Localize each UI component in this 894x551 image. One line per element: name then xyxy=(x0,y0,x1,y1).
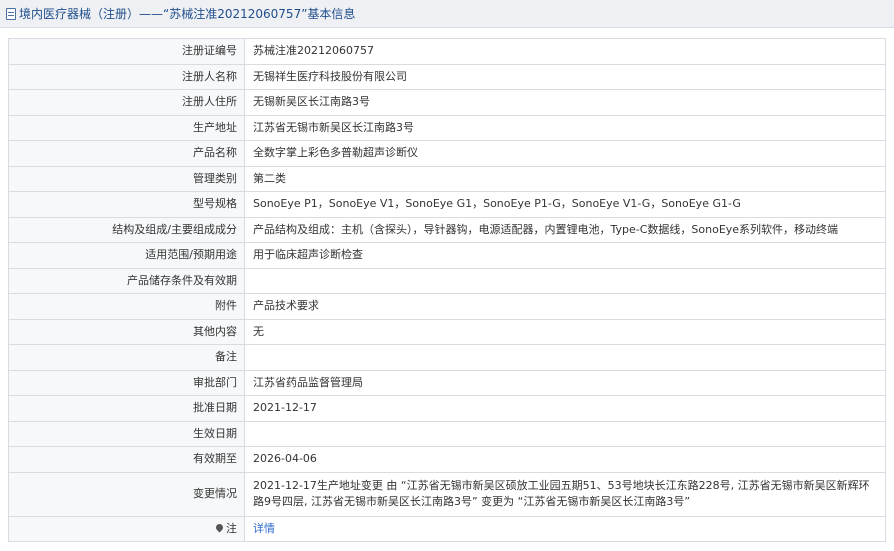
table-row: 批准日期 2021-12-17 xyxy=(8,395,886,422)
row-value-structure: 产品结构及组成：主机（含探头），导针器钩，电源适配器，内置锂电池，Type-C数… xyxy=(244,216,886,243)
row-value-other: 无 xyxy=(244,318,886,345)
row-value-attachment: 产品技术要求 xyxy=(244,293,886,320)
info-table: 注册证编号 苏械注准20212060757 注册人名称 无锡祥生医疗科技股份有限… xyxy=(8,38,886,542)
row-label-structure: 结构及组成/主要组成成分 xyxy=(8,216,245,243)
row-label-other: 其他内容 xyxy=(8,318,245,345)
row-label-model-spec: 型号规格 xyxy=(8,191,245,218)
row-value-product-name: 全数字掌上彩色多普勒超声诊断仪 xyxy=(244,140,886,167)
table-row: 审批部门 江苏省药品监督管理局 xyxy=(8,369,886,396)
table-row: 注 详情 xyxy=(8,515,886,542)
table-row: 附件 产品技术要求 xyxy=(8,293,886,320)
row-label-attachment: 附件 xyxy=(8,293,245,320)
row-label-product-name: 产品名称 xyxy=(8,140,245,167)
row-label-note: 注 xyxy=(8,515,245,542)
table-row: 注册人名称 无锡祥生医疗科技股份有限公司 xyxy=(8,63,886,90)
table-row: 其他内容 无 xyxy=(8,318,886,345)
table-row: 有效期至 2026-04-06 xyxy=(8,446,886,473)
row-label-approval-dept: 审批部门 xyxy=(8,369,245,396)
table-row: 产品名称 全数字掌上彩色多普勒超声诊断仪 xyxy=(8,140,886,167)
row-label-storage: 产品储存条件及有效期 xyxy=(8,267,245,294)
row-label-registration-number: 注册证编号 xyxy=(8,38,245,65)
row-value-approval-date: 2021-12-17 xyxy=(244,395,886,422)
row-value-valid-until: 2026-04-06 xyxy=(244,446,886,473)
row-label-management-class: 管理类别 xyxy=(8,165,245,192)
details-link[interactable]: 详情 xyxy=(253,522,275,535)
note-label: 注 xyxy=(226,521,237,535)
row-value-registrant-name: 无锡祥生医疗科技股份有限公司 xyxy=(244,63,886,90)
table-row: 结构及组成/主要组成成分 产品结构及组成：主机（含探头），导针器钩，电源适配器，… xyxy=(8,216,886,243)
row-value-management-class: 第二类 xyxy=(244,165,886,192)
row-label-production-address: 生产地址 xyxy=(8,114,245,141)
table-row: 注册证编号 苏械注准20212060757 xyxy=(8,38,886,65)
row-value-model-spec: SonoEye P1，SonoEye V1，SonoEye G1，SonoEye… xyxy=(244,191,886,218)
document-icon xyxy=(6,7,16,20)
row-label-remarks: 备注 xyxy=(8,344,245,371)
row-label-approval-date: 批准日期 xyxy=(8,395,245,422)
table-row: 管理类别 第二类 xyxy=(8,165,886,192)
row-value-note: 详情 xyxy=(244,515,886,542)
row-value-registration-number: 苏械注准20212060757 xyxy=(244,38,886,65)
row-value-storage xyxy=(244,267,886,294)
row-value-effective-date xyxy=(244,420,886,447)
table-row: 产品储存条件及有效期 xyxy=(8,267,886,294)
table-row: 适用范围/预期用途 用于临床超声诊断检查 xyxy=(8,242,886,269)
row-label-registrant-name: 注册人名称 xyxy=(8,63,245,90)
row-label-registrant-address: 注册人住所 xyxy=(8,89,245,116)
table-row: 备注 xyxy=(8,344,886,371)
row-value-approval-dept: 江苏省药品监督管理局 xyxy=(244,369,886,396)
table-row: 注册人住所 无锡新吴区长江南路3号 xyxy=(8,89,886,116)
row-value-production-address: 江苏省无锡市新吴区长江南路3号 xyxy=(244,114,886,141)
page-title: 境内医疗器械（注册）——“苏械注准20212060757”基本信息 xyxy=(19,7,356,21)
page-header: 境内医疗器械（注册）——“苏械注准20212060757”基本信息 xyxy=(0,0,894,28)
table-row: 生效日期 xyxy=(8,420,886,447)
pin-icon xyxy=(214,522,225,533)
row-value-remarks xyxy=(244,344,886,371)
table-row: 变更情况 2021-12-17生产地址变更 由 “江苏省无锡市新吴区硕放工业园五… xyxy=(8,471,886,517)
row-value-changes: 2021-12-17生产地址变更 由 “江苏省无锡市新吴区硕放工业园五期51、5… xyxy=(244,471,886,517)
table-row: 型号规格 SonoEye P1，SonoEye V1，SonoEye G1，So… xyxy=(8,191,886,218)
row-label-effective-date: 生效日期 xyxy=(8,420,245,447)
row-value-intended-use: 用于临床超声诊断检查 xyxy=(244,242,886,269)
row-label-intended-use: 适用范围/预期用途 xyxy=(8,242,245,269)
table-row: 生产地址 江苏省无锡市新吴区长江南路3号 xyxy=(8,114,886,141)
row-label-changes: 变更情况 xyxy=(8,471,245,517)
row-label-valid-until: 有效期至 xyxy=(8,446,245,473)
row-value-registrant-address: 无锡新吴区长江南路3号 xyxy=(244,89,886,116)
